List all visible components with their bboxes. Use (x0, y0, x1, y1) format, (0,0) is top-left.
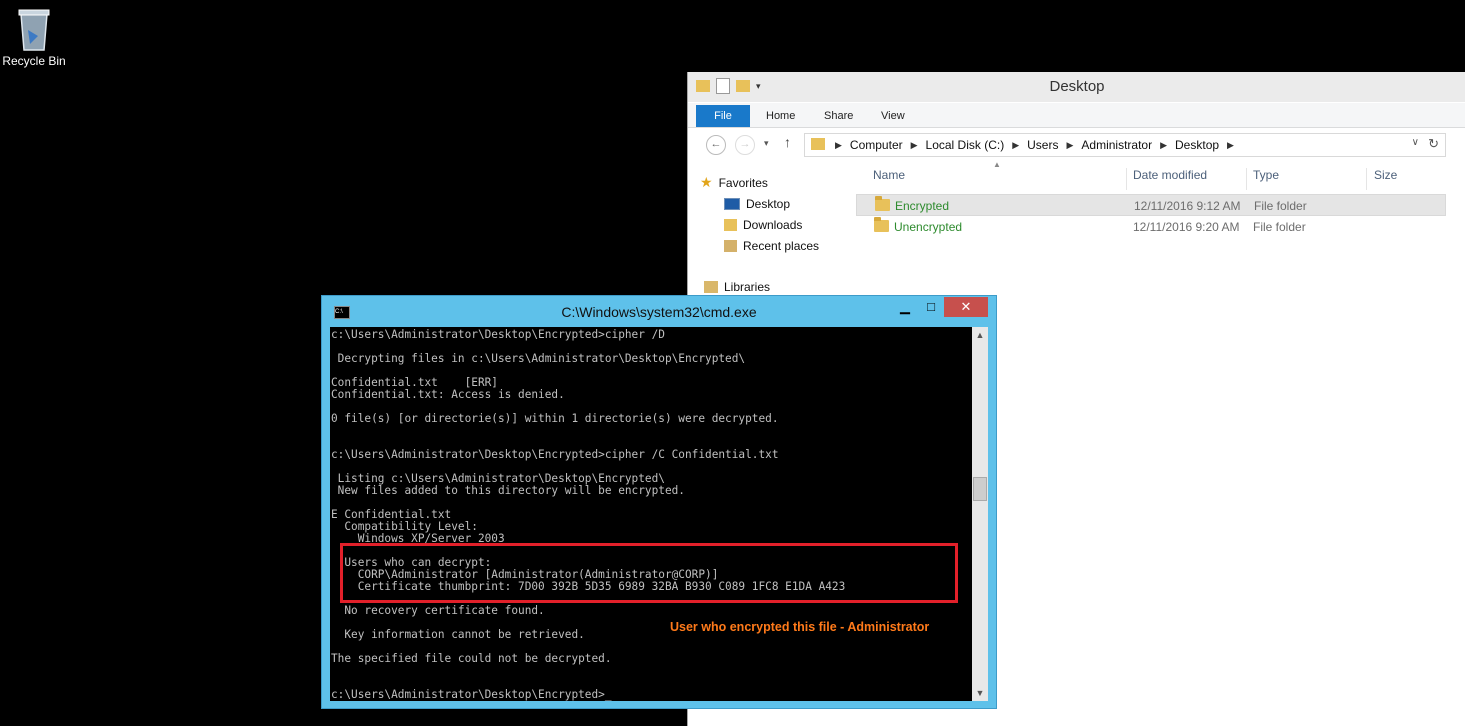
file-row-encrypted[interactable]: Encrypted 12/11/2016 9:12 AM File folder (856, 194, 1446, 216)
breadcrumb-computer[interactable]: Computer (850, 138, 903, 152)
desktop-icon (724, 197, 740, 210)
file-date: 12/11/2016 9:12 AM (1134, 199, 1241, 213)
back-icon[interactable]: ← (706, 135, 726, 155)
column-divider[interactable] (1246, 168, 1247, 190)
recent-locations-icon[interactable]: ▾ (764, 138, 769, 149)
address-bar[interactable]: ▶ Computer ▶ Local Disk (C:) ▶ Users ▶ A… (804, 133, 1446, 157)
highlight-box (340, 543, 958, 603)
folder-icon (875, 196, 890, 211)
cmd-title-bar[interactable]: C:\ C:\Windows\system32\cmd.exe ▁ □ ✕ (322, 296, 996, 326)
scroll-up-icon[interactable]: ▲ (972, 327, 988, 343)
address-row: ← → ▾ ↑ ▶ Computer ▶ Local Disk (C:) ▶ U… (688, 129, 1465, 159)
close-button[interactable]: ✕ (944, 297, 988, 317)
cmd-window: C:\ C:\Windows\system32\cmd.exe ▁ □ ✕ c:… (321, 295, 997, 709)
vertical-scrollbar[interactable]: ▲ ▼ (972, 327, 988, 701)
breadcrumb-administrator[interactable]: Administrator (1081, 138, 1152, 152)
minimize-button[interactable]: ▁ (892, 297, 918, 317)
tab-share[interactable]: Share (812, 105, 865, 127)
folder-icon (874, 217, 889, 232)
star-icon: ★ (700, 174, 713, 190)
console-text: c:\Users\Administrator\Desktop\Encrypted… (331, 328, 846, 701)
chevron-right-icon[interactable]: ▶ (1227, 140, 1234, 152)
console-output-area[interactable]: c:\Users\Administrator\Desktop\Encrypted… (330, 327, 972, 701)
explorer-title: Desktop (1049, 78, 1105, 95)
annotation-label: User who encrypted this file - Administr… (670, 620, 930, 634)
column-type[interactable]: Type (1253, 168, 1279, 182)
column-name[interactable]: Name (873, 168, 905, 182)
column-headers: Name ▲ Date modified Type Size (856, 160, 1446, 190)
nav-item-desktop[interactable]: Desktop (700, 193, 850, 214)
explorer-title-bar: ▾ Desktop (688, 72, 1465, 102)
column-date-modified[interactable]: Date modified (1133, 168, 1207, 182)
refresh-icon[interactable]: ↻ (1428, 136, 1439, 152)
recycle-bin[interactable]: Recycle Bin (0, 6, 68, 68)
chevron-right-icon[interactable]: ▶ (1066, 140, 1073, 152)
file-type: File folder (1254, 199, 1307, 213)
nav-favorites[interactable]: ★ Favorites (700, 172, 850, 193)
libraries-icon (704, 280, 718, 293)
recycle-bin-label: Recycle Bin (2, 54, 66, 68)
recent-places-icon (724, 239, 737, 252)
breadcrumb-users[interactable]: Users (1027, 138, 1058, 152)
tab-view[interactable]: View (869, 105, 917, 127)
nav-item-downloads[interactable]: Downloads (700, 214, 850, 235)
nav-item-label: Desktop (746, 196, 791, 211)
column-size[interactable]: Size (1374, 168, 1397, 182)
sort-ascending-icon: ▲ (993, 160, 1001, 169)
file-date: 12/11/2016 9:20 AM (1133, 220, 1240, 234)
chevron-right-icon[interactable]: ▶ (1160, 140, 1167, 152)
ribbon: File Home Share View (688, 103, 1465, 128)
file-name: Unencrypted (894, 220, 963, 234)
breadcrumb-desktop[interactable]: Desktop (1175, 138, 1219, 152)
up-icon[interactable]: ↑ (784, 134, 791, 150)
nav-item-label: Recent places (743, 238, 820, 253)
nav-item-recent-places[interactable]: Recent places (700, 235, 850, 256)
column-divider[interactable] (1366, 168, 1367, 190)
navigation-pane: ★ Favorites Desktop Downloads Recent pla… (700, 172, 850, 297)
scroll-down-icon[interactable]: ▼ (972, 685, 988, 701)
chevron-right-icon[interactable]: ▶ (1012, 140, 1019, 152)
breadcrumb: ▶ Computer ▶ Local Disk (C:) ▶ Users ▶ A… (835, 138, 1234, 152)
chevron-right-icon: ▶ (835, 140, 842, 150)
chevron-down-icon[interactable]: ∨ (1412, 137, 1419, 148)
nav-item-label: Downloads (743, 217, 803, 232)
nav-favorites-label: Favorites (718, 175, 768, 190)
tab-file[interactable]: File (696, 105, 750, 127)
tab-home[interactable]: Home (754, 105, 807, 127)
nav-libraries-label: Libraries (724, 279, 771, 294)
location-folder-icon (811, 138, 825, 150)
breadcrumb-local-disk[interactable]: Local Disk (C:) (926, 138, 1005, 152)
maximize-button[interactable]: □ (918, 297, 944, 317)
chevron-right-icon[interactable]: ▶ (911, 140, 918, 152)
recycle-bin-icon (16, 6, 52, 52)
file-type: File folder (1253, 220, 1306, 234)
file-row-unencrypted[interactable]: Unencrypted 12/11/2016 9:20 AM File fold… (856, 216, 1444, 236)
downloads-icon (724, 218, 737, 231)
forward-icon[interactable]: → (735, 135, 755, 155)
column-divider[interactable] (1126, 168, 1127, 190)
nav-libraries[interactable]: Libraries (700, 276, 850, 297)
scroll-thumb[interactable] (973, 477, 987, 501)
file-name: Encrypted (895, 199, 950, 213)
